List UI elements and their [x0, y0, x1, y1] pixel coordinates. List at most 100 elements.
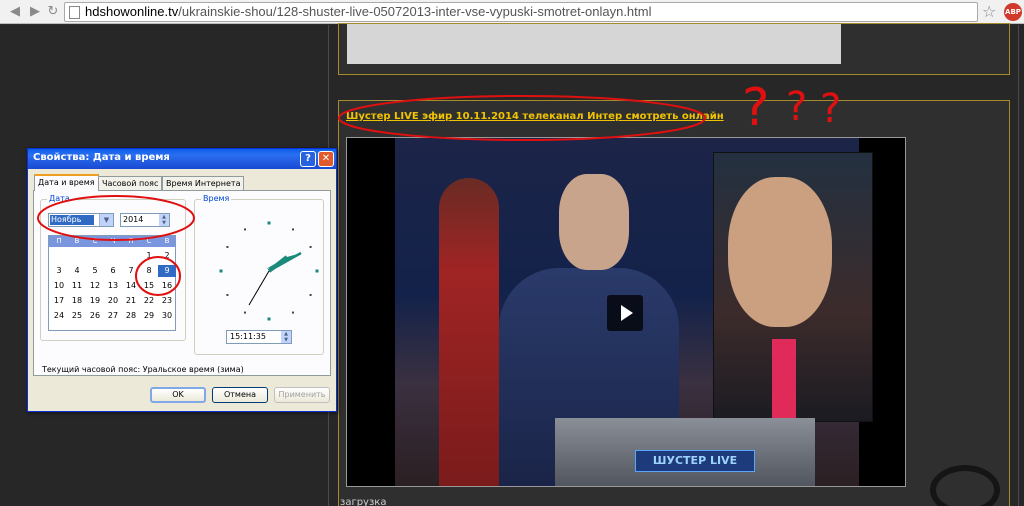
clock-hand-fill — [266, 253, 301, 269]
timezone-text: Текущий часовой пояс: Уральское время (з… — [42, 365, 244, 374]
clock-tick — [267, 317, 271, 321]
calendar-day[interactable]: 26 — [86, 310, 104, 322]
ok-button[interactable]: OK — [150, 387, 206, 403]
calendar-day[interactable]: 17 — [50, 295, 68, 307]
clock-second-hand — [248, 270, 270, 306]
apply-button: Применить — [274, 387, 330, 403]
calendar-day[interactable]: 27 — [104, 310, 122, 322]
weekday-label: С — [92, 237, 98, 245]
clock-tick — [267, 221, 271, 225]
calendar-day[interactable]: 18 — [68, 295, 86, 307]
video-inset-tie — [772, 339, 796, 423]
calendar-day[interactable]: 9 — [158, 265, 176, 277]
month-select[interactable]: Ноябрь ▼ — [48, 213, 114, 227]
dialog-title: Свойства: Дата и время — [33, 152, 170, 163]
calendar-day[interactable]: 20 — [104, 295, 122, 307]
weekday-label: Ч — [110, 237, 116, 245]
calendar-day[interactable]: 28 — [122, 310, 140, 322]
video-title-link[interactable]: Шустер LIVE эфир 10.11.2014 телеканал Ин… — [346, 111, 724, 122]
spin-arrows-icon[interactable]: ▲ ▼ — [159, 214, 169, 226]
clock-tick — [292, 228, 294, 231]
star-icon[interactable]: ☆ — [982, 2, 996, 21]
clock-tick — [244, 311, 246, 314]
spin-arrows-icon[interactable]: ▲ ▼ — [281, 331, 291, 343]
address-bar[interactable]: hdshowonline.tv/ukrainskie-shou/128-shus… — [64, 2, 978, 22]
url-host: hdshowonline.tv — [85, 4, 179, 19]
tab-date-time[interactable]: Дата и время — [34, 174, 99, 191]
calendar-day[interactable]: 29 — [140, 310, 158, 322]
time-value: 15:11:35 — [230, 332, 266, 341]
calendar-day[interactable]: 11 — [68, 280, 86, 292]
ad-panel — [338, 23, 1010, 75]
url-path: /ukrainskie-shou/128-shuster-live-050720… — [178, 4, 652, 19]
calendar-day[interactable]: 7 — [122, 265, 140, 277]
calendar-day[interactable]: 23 — [158, 295, 176, 307]
clock-tick — [226, 294, 229, 296]
calendar-day[interactable]: 21 — [122, 295, 140, 307]
month-calendar[interactable]: ПВСЧПСВ 1 2 3 4 5 6 7 8 9 10 11 12 13 14 15 16 17 18 19 20 2… — [48, 235, 176, 331]
calendar-day[interactable]: 13 — [104, 280, 122, 292]
weekday-label: П — [56, 237, 62, 245]
weekday-label: В — [164, 237, 170, 245]
tab-internet-time[interactable]: Время Интернета — [162, 176, 245, 191]
calendar-day[interactable]: 3 — [50, 265, 68, 277]
clock-tick — [309, 246, 312, 248]
reload-icon[interactable]: ↻ — [44, 3, 62, 21]
video-figure-woman — [439, 178, 499, 486]
calendar-day[interactable]: 15 — [140, 280, 158, 292]
video-player[interactable]: ШУСТЕР LIVE — [346, 137, 906, 487]
weekday-label: В — [74, 237, 80, 245]
close-button[interactable]: ✕ — [318, 151, 334, 167]
column-divider — [1018, 25, 1019, 506]
tab-panel: Дата Ноябрь ▼ 2014 ▲ ▼ ПВСЧПСВ 1234567891… — [33, 190, 331, 376]
video-inset-screen — [713, 152, 873, 423]
calendar-day[interactable]: 19 — [86, 295, 104, 307]
date-group-label: Дата — [47, 194, 72, 203]
calendar-day[interactable]: 25 — [68, 310, 86, 322]
tab-timezone[interactable]: Часовой пояс — [98, 176, 163, 191]
calendar-day[interactable]: 10 — [50, 280, 68, 292]
weekday-label: С — [146, 237, 152, 245]
clock-tick — [244, 228, 246, 231]
calendar-day[interactable]: 1 — [140, 250, 158, 262]
video-inset-face — [728, 177, 832, 327]
weekday-header: ПВСЧПСВ — [49, 236, 175, 247]
year-value: 2014 — [123, 215, 144, 224]
calendar-day[interactable]: 30 — [158, 310, 176, 322]
clock-tick — [292, 311, 294, 314]
adblock-icon[interactable]: ABP — [1004, 3, 1022, 21]
help-button[interactable]: ? — [300, 151, 316, 167]
back-arrow-icon[interactable]: ◀ — [6, 3, 24, 21]
weekday-label: П — [128, 237, 134, 245]
video-figure-host-head — [559, 174, 629, 270]
url-text[interactable]: hdshowonline.tv/ukrainskie-shou/128-shus… — [85, 4, 652, 19]
loading-text: загрузка — [340, 497, 387, 506]
year-stepper[interactable]: 2014 ▲ ▼ — [120, 213, 170, 227]
chevron-down-icon[interactable]: ▼ — [99, 214, 113, 226]
calendar-day[interactable]: 14 — [122, 280, 140, 292]
clock-tick — [309, 294, 312, 296]
calendar-day[interactable]: 4 — [68, 265, 86, 277]
ad-placeholder — [347, 24, 841, 64]
calendar-day[interactable]: 2 — [158, 250, 176, 262]
calendar-day[interactable]: 22 — [140, 295, 158, 307]
month-value: Ноябрь — [50, 215, 94, 225]
forward-arrow-icon[interactable]: ▶ — [26, 3, 44, 21]
show-logo: ШУСТЕР LIVE — [635, 450, 755, 472]
calendar-day[interactable]: 24 — [50, 310, 68, 322]
time-field[interactable]: 15:11:35 ▲ ▼ — [226, 330, 292, 344]
clock-tick — [315, 269, 319, 273]
clock-tick — [226, 246, 229, 248]
calendar-day[interactable]: 16 — [158, 280, 176, 292]
calendar-day[interactable]: 8 — [140, 265, 158, 277]
play-icon[interactable] — [607, 295, 643, 331]
datetime-dialog: Свойства: Дата и время ? ✕ Дата и время … — [27, 148, 337, 412]
calendar-day[interactable]: 6 — [104, 265, 122, 277]
page-icon — [69, 6, 80, 19]
clock-tick — [219, 269, 223, 273]
browser-toolbar: ◀ ▶ ↻ hdshowonline.tv/ukrainskie-shou/12… — [0, 0, 1024, 24]
calendar-day[interactable]: 12 — [86, 280, 104, 292]
dialog-titlebar[interactable]: Свойства: Дата и время ? ✕ — [28, 149, 336, 169]
calendar-day[interactable]: 5 — [86, 265, 104, 277]
cancel-button[interactable]: Отмена — [212, 387, 268, 403]
